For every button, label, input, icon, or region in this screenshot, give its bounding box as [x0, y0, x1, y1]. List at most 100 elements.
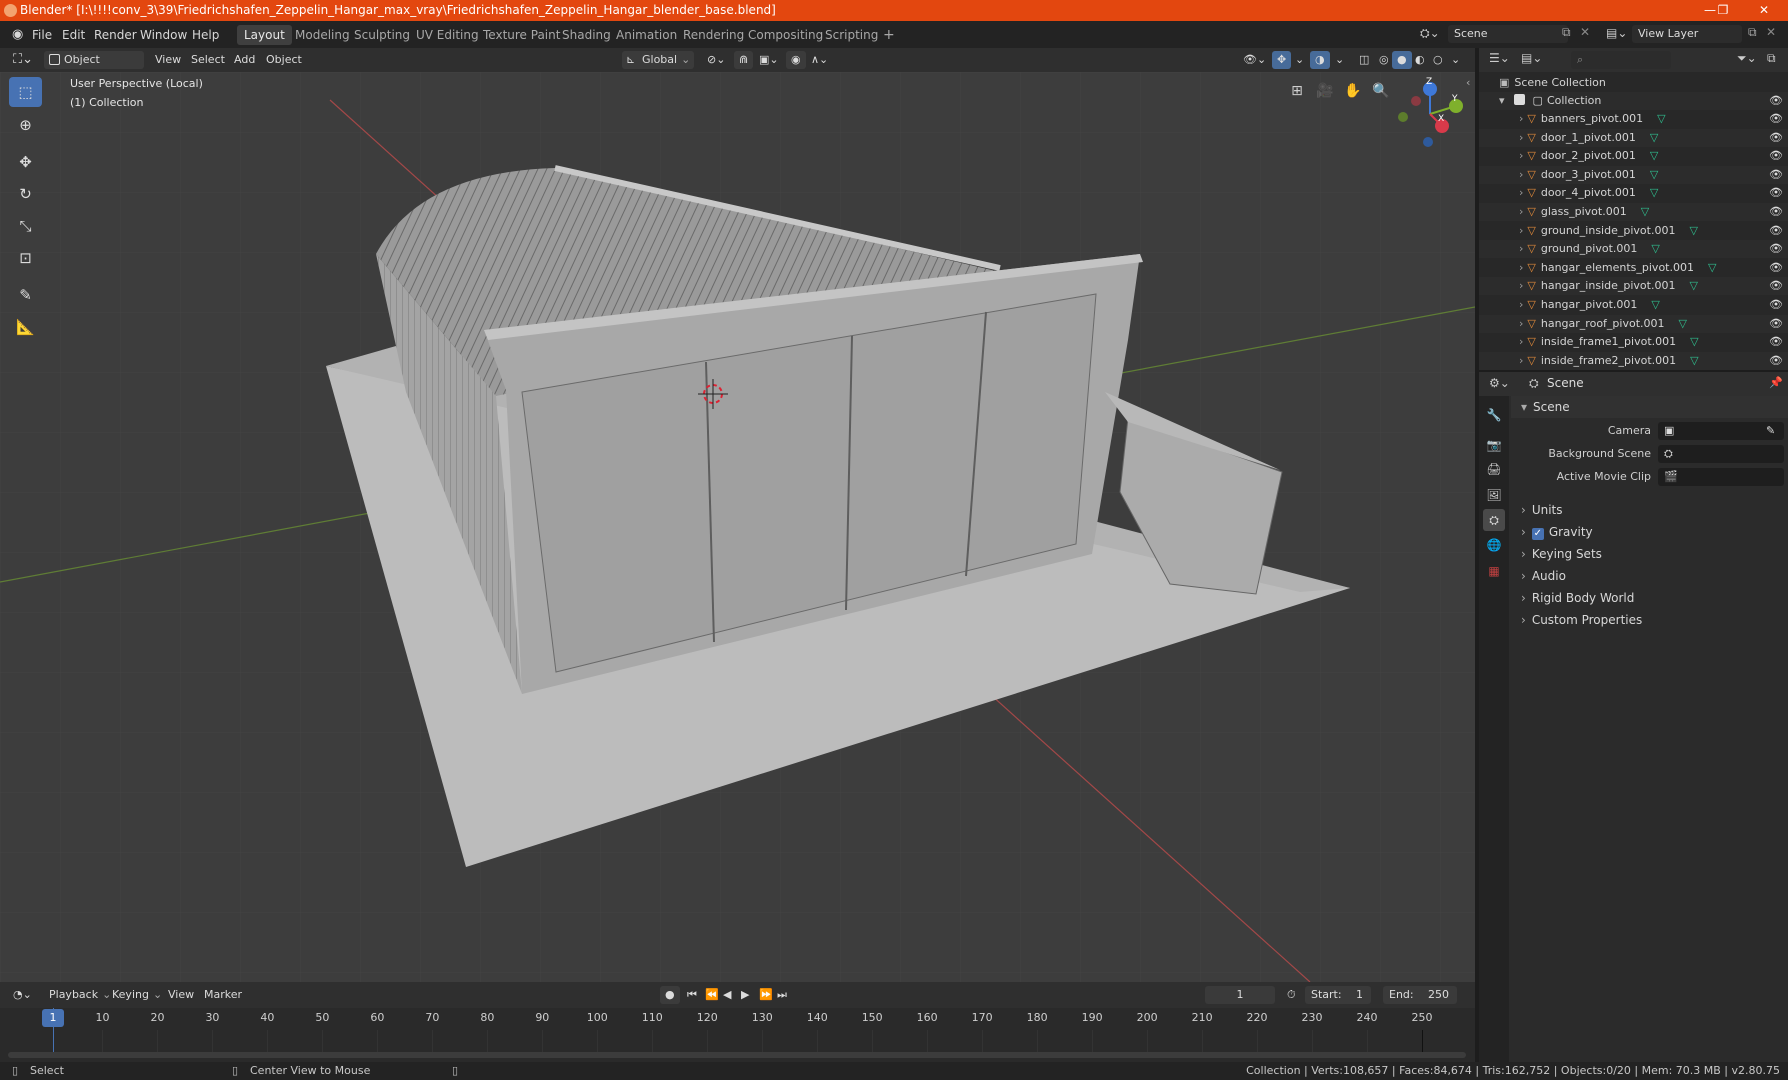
gravity-section[interactable]: › ✓ Gravity — [1511, 521, 1788, 543]
menu-file[interactable]: File — [26, 26, 58, 44]
eye-icon[interactable]: 👁 — [1769, 315, 1783, 333]
pivot-point-icon[interactable]: ⊘⌄ — [702, 51, 730, 69]
editor-type-icon[interactable]: ⛶⌄ — [8, 51, 38, 69]
timeline-scrollbar[interactable] — [8, 1052, 1466, 1058]
pin-icon[interactable]: 📌 — [1769, 376, 1783, 389]
expand-arrow-icon[interactable]: › — [1519, 186, 1523, 199]
measure-tool[interactable]: 📐 — [9, 312, 42, 342]
output-tab-icon[interactable]: 🖨 — [1483, 458, 1505, 480]
snap-icon[interactable]: ⋒ — [734, 51, 754, 69]
mesh-data-icon[interactable]: ▽ — [1689, 224, 1697, 237]
annotate-tool[interactable]: ✎ — [9, 280, 42, 310]
record-button[interactable]: ● — [660, 986, 680, 1004]
expand-arrow-icon[interactable]: ▾ — [1499, 94, 1505, 107]
eye-icon[interactable]: 👁 — [1769, 240, 1783, 258]
eyedropper-icon[interactable]: ✎ — [1766, 422, 1775, 440]
outliner-item[interactable]: › ▽ inside_frame2_pivot.001 ▽ 👁 — [1479, 351, 1788, 370]
outliner-editor-type-icon[interactable]: ☰⌄ — [1489, 51, 1510, 65]
delete-scene-icon[interactable]: ✕ — [1580, 25, 1590, 39]
eye-icon[interactable]: 👁 — [1769, 277, 1783, 295]
rotate-tool[interactable]: ↻ — [9, 179, 42, 209]
world-tab-icon[interactable]: 🌐 — [1483, 534, 1505, 556]
timeline-menu-playback[interactable]: Playback — [44, 986, 116, 1004]
display-mode-icon[interactable]: ▤⌄ — [1521, 51, 1542, 65]
filter-icon[interactable]: ⏷⌄ — [1737, 51, 1757, 66]
new-scene-icon[interactable]: ⧉ — [1562, 25, 1571, 40]
mesh-data-icon[interactable]: ▽ — [1641, 205, 1649, 218]
expand-arrow-icon[interactable]: › — [1519, 279, 1523, 292]
outliner-item[interactable]: › ▽ inside_frame1_pivot.001 ▽ 👁 — [1479, 333, 1788, 351]
expand-arrow-icon[interactable]: › — [1519, 168, 1523, 181]
tab-sculpting[interactable]: Sculpting — [347, 25, 417, 45]
scene-panel-header[interactable]: ▾ Scene — [1511, 396, 1788, 418]
outliner-item[interactable]: › ▽ door_1_pivot.001 ▽ 👁 — [1479, 128, 1788, 147]
outliner-item[interactable]: › ▽ door_3_pivot.001 ▽ 👁 — [1479, 165, 1788, 184]
eye-icon[interactable]: 👁 — [1769, 296, 1783, 314]
mesh-data-icon[interactable]: ▽ — [1650, 131, 1658, 144]
close-button[interactable]: ✕ — [1744, 0, 1784, 21]
transform-tool[interactable]: ⊡ — [9, 243, 42, 273]
mesh-data-icon[interactable]: ▽ — [1651, 298, 1659, 311]
menu-help[interactable]: Help — [186, 26, 225, 44]
delete-view-layer-icon[interactable]: ✕ — [1766, 25, 1776, 39]
mesh-data-icon[interactable]: ▽ — [1657, 112, 1665, 125]
gizmo-dropdown-icon[interactable]: ⌄ — [1290, 51, 1309, 69]
maximize-button[interactable]: ❐ — [1703, 0, 1743, 21]
tab-layout[interactable]: Layout — [237, 25, 292, 45]
current-frame-field[interactable]: 1 — [1205, 986, 1275, 1004]
proportional-falloff-icon[interactable]: ∧⌄ — [806, 51, 833, 69]
mesh-data-icon[interactable]: ▽ — [1679, 317, 1687, 330]
mesh-data-icon[interactable]: ▽ — [1651, 242, 1659, 255]
scene-browse-icon[interactable]: ⛭⌄ — [1420, 26, 1446, 44]
mesh-data-icon[interactable]: ▽ — [1690, 335, 1698, 348]
eye-icon[interactable]: 👁 — [1769, 129, 1783, 147]
eye-icon[interactable]: 👁 — [1769, 92, 1783, 110]
play-button[interactable]: ▶ — [736, 986, 754, 1004]
eye-icon[interactable]: 👁 — [1769, 352, 1783, 370]
overlay-toggle-icon[interactable]: ◑ — [1310, 51, 1330, 69]
visibility-icon[interactable]: 👁⌄ — [1238, 51, 1271, 69]
end-frame-field[interactable]: End: 250 — [1383, 986, 1457, 1004]
viewport-menu-object[interactable]: Object — [261, 51, 307, 69]
rendered-shading-icon[interactable]: ○ — [1428, 51, 1448, 69]
timeline-menu-view[interactable]: View — [163, 986, 199, 1004]
outliner-item[interactable]: › ▽ hangar_elements_pivot.001 ▽ 👁 — [1479, 259, 1788, 277]
scene-collection-row[interactable]: ▣ Scene Collection — [1479, 74, 1788, 92]
outliner-item[interactable]: › ▽ door_4_pivot.001 ▽ 👁 — [1479, 184, 1788, 202]
mesh-data-icon[interactable]: ▽ — [1708, 261, 1716, 274]
tool-tab-icon[interactable]: 🔧 — [1483, 404, 1505, 426]
gravity-checkbox[interactable]: ✓ — [1531, 528, 1544, 540]
collection-checkbox[interactable] — [1514, 94, 1526, 105]
expand-arrow-icon[interactable]: › — [1519, 205, 1523, 218]
select-box-tool[interactable]: ⬚ — [9, 77, 42, 107]
outliner-item[interactable]: › ▽ banners_pivot.001 ▽ 👁 — [1479, 110, 1788, 128]
menu-edit[interactable]: Edit — [56, 26, 91, 44]
start-frame-field[interactable]: Start: 1 — [1305, 986, 1371, 1004]
scale-tool[interactable]: ⤡ — [9, 211, 42, 241]
expand-arrow-icon[interactable]: › — [1519, 149, 1523, 162]
mesh-data-icon[interactable]: ▽ — [1690, 354, 1698, 367]
add-workspace-button[interactable]: + — [876, 25, 902, 45]
outliner-search-input[interactable]: ⌕ — [1571, 51, 1671, 69]
camera-view-icon[interactable]: 🎥 — [1312, 78, 1338, 104]
keying-sets-section[interactable]: › Keying Sets — [1511, 543, 1788, 565]
view-layer-selector[interactable]: View Layer — [1632, 25, 1742, 43]
outliner-item[interactable]: › ▽ hangar_roof_pivot.001 ▽ 👁 — [1479, 314, 1788, 333]
expand-arrow-icon[interactable]: › — [1519, 112, 1523, 125]
jump-end-button[interactable]: ⏭ — [772, 986, 792, 1004]
cursor-tool[interactable]: ⊕ — [9, 110, 42, 140]
new-collection-icon[interactable]: ⧉ — [1767, 51, 1776, 66]
camera-field[interactable]: ▣ ✎ — [1658, 422, 1784, 440]
outliner-item[interactable]: › ▽ ground_pivot.001 ▽ 👁 — [1479, 240, 1788, 259]
tab-animation[interactable]: Animation — [609, 25, 684, 45]
mesh-data-icon[interactable]: ▽ — [1689, 279, 1697, 292]
expand-arrow-icon[interactable]: › — [1519, 131, 1523, 144]
expand-arrow-icon[interactable]: › — [1519, 317, 1523, 330]
expand-arrow-icon[interactable]: › — [1519, 224, 1523, 237]
tab-compositing[interactable]: Compositing — [741, 25, 830, 45]
audio-section[interactable]: › Audio — [1511, 565, 1788, 587]
collection-row[interactable]: ▾ ▢ Collection 👁 — [1479, 92, 1788, 110]
mesh-data-icon[interactable]: ▽ — [1650, 149, 1658, 162]
view-layer-tab-icon[interactable]: 🖼 — [1483, 484, 1505, 506]
tab-texture-paint[interactable]: Texture Paint — [476, 25, 567, 45]
